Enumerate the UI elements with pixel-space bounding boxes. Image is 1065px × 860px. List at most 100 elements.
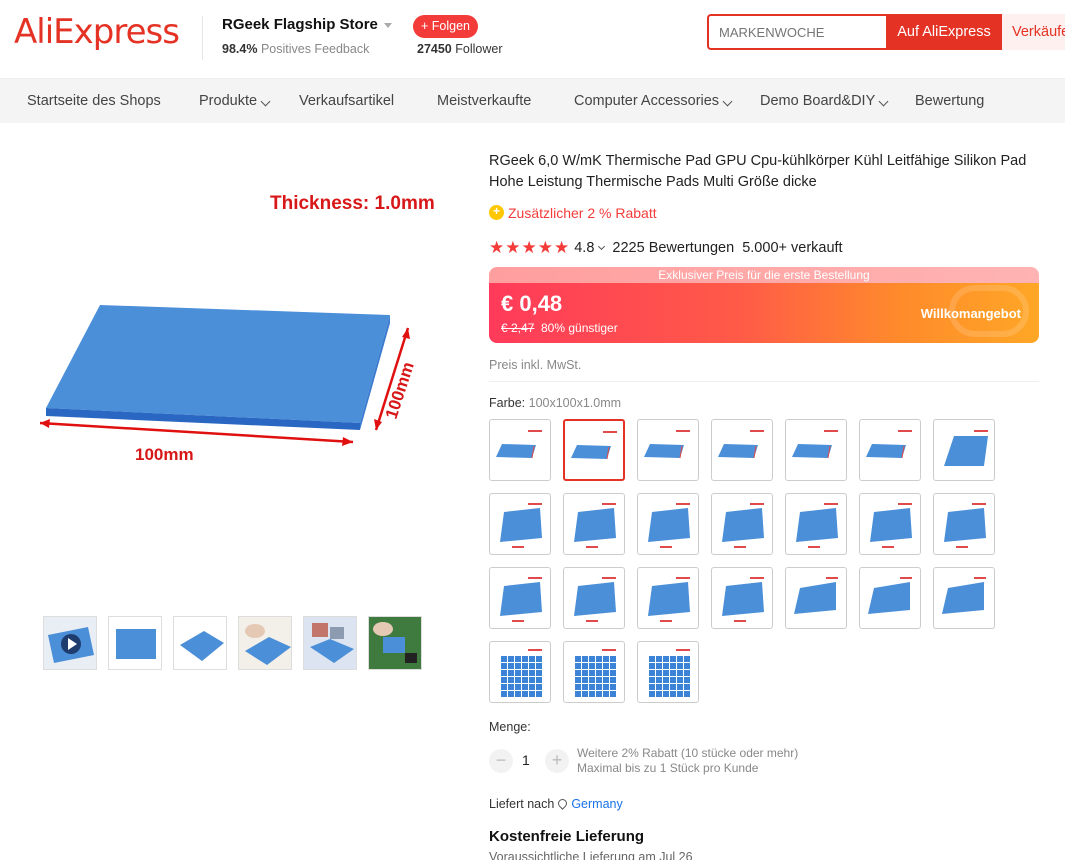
width-label: 100mm: [135, 445, 194, 464]
color-swatch[interactable]: [785, 419, 847, 481]
chevron-down-icon: [260, 96, 271, 107]
quantity-note: Weitere 2% Rabatt (10 stücke oder mehr) M…: [577, 746, 798, 776]
swatch-thumbnail: [500, 503, 542, 548]
color-swatch[interactable]: [711, 419, 773, 481]
color-swatch[interactable]: [489, 493, 551, 555]
color-swatch[interactable]: [563, 567, 625, 629]
free-shipping: Kostenfreie Lieferung: [489, 828, 645, 845]
review-count[interactable]: 2225 Bewertungen: [612, 240, 734, 256]
color-swatch[interactable]: [859, 567, 921, 629]
swatch-thumbnail: [944, 430, 988, 466]
caret-down-icon[interactable]: [383, 22, 392, 28]
current-price: € 0,48: [501, 291, 563, 316]
swatch-thumbnail: [500, 577, 542, 622]
swatch-thumbnail: [501, 649, 542, 697]
color-swatch[interactable]: [859, 419, 921, 481]
swatch-thumbnail: [649, 649, 690, 697]
quantity-label: Menge:: [489, 720, 531, 734]
nav-item-demo-board[interactable]: Demo Board&DIY: [760, 79, 889, 124]
color-swatch[interactable]: [637, 493, 699, 555]
color-swatch[interactable]: [785, 567, 847, 629]
swatch-thumbnail: [644, 430, 690, 459]
product-title: RGeek 6,0 W/mK Thermische Pad GPU Cpu-kü…: [489, 153, 1027, 190]
nav-item-label: Produkte: [199, 93, 258, 109]
color-swatch[interactable]: [933, 493, 995, 555]
quantity-increase-button[interactable]: +: [545, 749, 569, 773]
swatch-thumbnail: [942, 577, 986, 614]
color-swatch[interactable]: [637, 419, 699, 481]
color-swatch[interactable]: [933, 419, 995, 481]
nav-item-reviews[interactable]: Bewertung: [915, 79, 984, 124]
header: AliExpress RGeek Flagship Store 98.4% Po…: [0, 0, 1065, 78]
color-swatch[interactable]: [785, 493, 847, 555]
thumbnail-image[interactable]: [303, 616, 357, 670]
aliexpress-logo[interactable]: AliExpress: [14, 12, 180, 52]
feedback-label: Positives Feedback: [260, 42, 370, 56]
thumbnail-image[interactable]: [108, 616, 162, 670]
color-swatch[interactable]: [563, 419, 625, 481]
follow-button[interactable]: + Folgen: [413, 15, 478, 38]
follower-number: 27450: [417, 42, 452, 56]
nav-item-label: Demo Board&DIY: [760, 93, 876, 109]
store-name[interactable]: RGeek Flagship Store: [222, 16, 392, 33]
ship-to: Liefert nach Germany: [489, 797, 623, 811]
swatch-thumbnail: [796, 503, 838, 548]
price-box: Exklusiver Preis für die erste Bestellun…: [489, 267, 1039, 343]
color-label-text: Farbe:: [489, 396, 526, 410]
swatch-thumbnail: [944, 503, 986, 548]
color-swatch[interactable]: [711, 567, 773, 629]
color-swatch[interactable]: [489, 419, 551, 481]
nav-item-sale[interactable]: Verkaufsartikel: [299, 79, 394, 124]
quantity-decrease-button[interactable]: −: [489, 749, 513, 773]
rating-value[interactable]: 4.8: [574, 240, 594, 256]
color-swatch[interactable]: [859, 493, 921, 555]
main-product-image[interactable]: Thickness: 1.0mm 100mm 100mm: [28, 140, 448, 600]
swatch-thumbnail: [571, 431, 617, 460]
location-pin-icon: [556, 797, 570, 810]
tax-note: Preis inkl. MwSt.: [489, 358, 582, 372]
ship-to-label: Liefert nach: [489, 797, 555, 811]
chevron-down-icon: [878, 96, 889, 107]
search-input[interactable]: [719, 16, 879, 48]
thumbnail-image[interactable]: [238, 616, 292, 670]
search-aliexpress-button[interactable]: Auf AliExpress: [886, 14, 1002, 50]
price-main: € 0,48 € 2,47 80% günstiger Willkomangeb…: [489, 283, 1039, 343]
color-value: 100x100x1.0mm: [528, 396, 622, 410]
chevron-down-icon[interactable]: [598, 242, 606, 251]
quantity-value[interactable]: 1: [522, 752, 530, 768]
thumbnail-video[interactable]: [43, 616, 97, 670]
sold-count: 5.000+ verkauft: [742, 240, 843, 256]
swatch-thumbnail: [866, 430, 912, 459]
nav-item-products[interactable]: Produkte: [199, 79, 271, 124]
ship-country[interactable]: Germany: [571, 797, 622, 811]
nav-item-label: Verkaufsartikel: [299, 93, 395, 109]
swatch-thumbnail: [792, 430, 838, 459]
divider: [489, 381, 1039, 382]
nav-item-bestsellers[interactable]: Meistverkaufte: [437, 79, 531, 124]
original-price: € 2,47: [501, 321, 535, 335]
extra-discount[interactable]: Zusätzlicher 2 % Rabatt: [489, 204, 657, 221]
nav-item-computer-accessories[interactable]: Computer Accessories: [574, 79, 733, 124]
color-swatch[interactable]: [637, 641, 699, 703]
store-name-text[interactable]: RGeek Flagship Store: [222, 16, 378, 33]
search-seller-button[interactable]: Verkäufer: [1002, 14, 1065, 50]
follower-count: 27450 Follower: [417, 42, 503, 56]
thumbnail-image[interactable]: [173, 616, 227, 670]
swatch-thumbnail: [718, 430, 764, 459]
swatch-thumbnail: [496, 430, 542, 459]
color-swatch[interactable]: [637, 567, 699, 629]
color-swatch[interactable]: [711, 493, 773, 555]
swatch-thumbnail: [722, 503, 764, 548]
feedback-percentage: 98.4%: [222, 42, 258, 56]
color-swatch[interactable]: [933, 567, 995, 629]
thumbnail-image[interactable]: [368, 616, 422, 670]
color-swatch[interactable]: [563, 641, 625, 703]
star-rating-icon: ★★★★★: [489, 238, 571, 257]
nav-item-home[interactable]: Startseite des Shops: [27, 79, 161, 124]
color-swatch[interactable]: [489, 567, 551, 629]
color-swatch[interactable]: [563, 493, 625, 555]
color-swatch[interactable]: [489, 641, 551, 703]
follower-label: Follower: [455, 42, 503, 56]
welcome-offer-badge: Willkomangebot: [920, 306, 1021, 321]
swatch-thumbnail: [648, 503, 690, 548]
